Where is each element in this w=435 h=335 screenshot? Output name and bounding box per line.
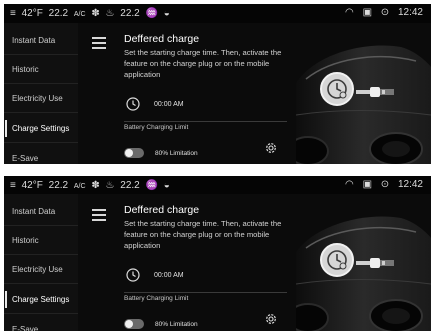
clock-icon (126, 97, 140, 111)
wifi-icon: ◠ (345, 7, 354, 18)
seat-heat-icon[interactable]: ♨ (106, 180, 115, 191)
set-temperature[interactable]: 22.2 (49, 180, 68, 191)
car-status-icon: ▣ (362, 7, 373, 18)
sidebar-item-e-save[interactable]: E-Save (4, 315, 78, 331)
charge-timer-icon (320, 243, 354, 277)
deferred-charge-panel: Deffered charge Set the starting charge … (124, 194, 294, 331)
limit-toggle[interactable] (124, 319, 144, 329)
car-illustration (287, 23, 431, 164)
sidebar-item-charge-settings[interactable]: Charge Settings (4, 285, 78, 314)
right-temperature[interactable]: 22.2 (120, 180, 139, 191)
battery-limit-label: Battery Charging Limit (124, 295, 189, 302)
ac-label[interactable]: A/C (74, 183, 86, 190)
battery-limit-label: Battery Charging Limit (124, 124, 189, 131)
limit-value: 80% Limitation (155, 150, 198, 157)
screen-top: ≡ 42°F 22.2 A/C ✽ ♨ 22.2 ♒ ◒ ◠ ▣ ⊙ 12:42… (4, 4, 431, 164)
start-time-row[interactable]: 00:00 AM (124, 268, 284, 284)
connection-icon: ⊙ (380, 179, 390, 190)
charge-timer-icon (320, 72, 354, 106)
divider (124, 121, 287, 122)
defrost-icon[interactable]: ◒ (164, 8, 170, 19)
start-time-value: 00:00 AM (154, 272, 184, 279)
heated-seat-icon[interactable]: ♒ (146, 8, 158, 19)
gear-icon[interactable] (264, 141, 278, 155)
wifi-icon: ◠ (345, 179, 354, 190)
car-illustration (287, 194, 431, 331)
outside-temperature: 42°F (21, 180, 43, 191)
sidebar-item-instant-data[interactable]: Instant Data (4, 26, 78, 55)
page-title: Deffered charge (124, 204, 200, 216)
divider (124, 292, 287, 293)
status-clock: 12:42 (397, 7, 423, 18)
car-status-icon: ▣ (362, 179, 373, 190)
sidebar-item-historic[interactable]: Historic (4, 55, 78, 84)
screen-bottom: ≡ 42°F 22.2 A/C ✽ ♨ 22.2 ♒ ◒ ◠ ▣ ⊙ 12:42… (4, 176, 431, 331)
limit-toggle[interactable] (124, 148, 144, 158)
sidebar-item-electricity-use[interactable]: Electricity Use (4, 84, 78, 113)
sidebar-item-e-save[interactable]: E-Save (4, 144, 78, 164)
set-temperature[interactable]: 22.2 (49, 8, 68, 19)
description: Set the starting charge time. Then, acti… (124, 48, 282, 79)
sidebar-item-instant-data[interactable]: Instant Data (4, 197, 78, 226)
defrost-icon[interactable]: ◒ (164, 180, 170, 191)
fan-icon[interactable]: ✽ (91, 8, 99, 19)
description: Set the starting charge time. Then, acti… (124, 219, 282, 250)
seat-heat-icon[interactable]: ♨ (106, 8, 115, 19)
fan-icon[interactable]: ✽ (91, 180, 99, 191)
page-title: Deffered charge (124, 33, 200, 45)
connection-icon: ⊙ (380, 7, 390, 18)
gear-icon[interactable] (264, 312, 278, 326)
heated-seat-icon[interactable]: ♒ (146, 180, 158, 191)
status-bar: ≡ 42°F 22.2 A/C ✽ ♨ 22.2 ♒ ◒ ◠ ▣ ⊙ 12:42 (4, 176, 431, 194)
charge-plug-icon (356, 87, 394, 97)
menu-dots-icon[interactable]: ≡ (10, 180, 16, 191)
start-time-row[interactable]: 00:00 AM (124, 97, 284, 113)
deferred-charge-panel: Deffered charge Set the starting charge … (124, 23, 294, 164)
charge-plug-icon (356, 258, 394, 268)
limit-value: 80% Limitation (155, 321, 198, 328)
sidebar-item-charge-settings[interactable]: Charge Settings (4, 114, 78, 143)
menu-icon[interactable] (92, 37, 106, 49)
sidebar-item-historic[interactable]: Historic (4, 226, 78, 255)
status-clock: 12:42 (397, 179, 423, 190)
menu-dots-icon[interactable]: ≡ (10, 8, 16, 19)
status-bar: ≡ 42°F 22.2 A/C ✽ ♨ 22.2 ♒ ◒ ◠ ▣ ⊙ 12:42 (4, 4, 431, 23)
ac-label[interactable]: A/C (74, 11, 86, 18)
right-temperature[interactable]: 22.2 (120, 8, 139, 19)
menu-icon[interactable] (92, 209, 106, 221)
sidebar-item-electricity-use[interactable]: Electricity Use (4, 255, 78, 284)
start-time-value: 00:00 AM (154, 101, 184, 108)
sidebar: Instant Data Historic Electricity Use Ch… (4, 23, 78, 164)
clock-icon (126, 268, 140, 282)
outside-temperature: 42°F (21, 8, 43, 19)
sidebar: Instant Data Historic Electricity Use Ch… (4, 194, 78, 331)
